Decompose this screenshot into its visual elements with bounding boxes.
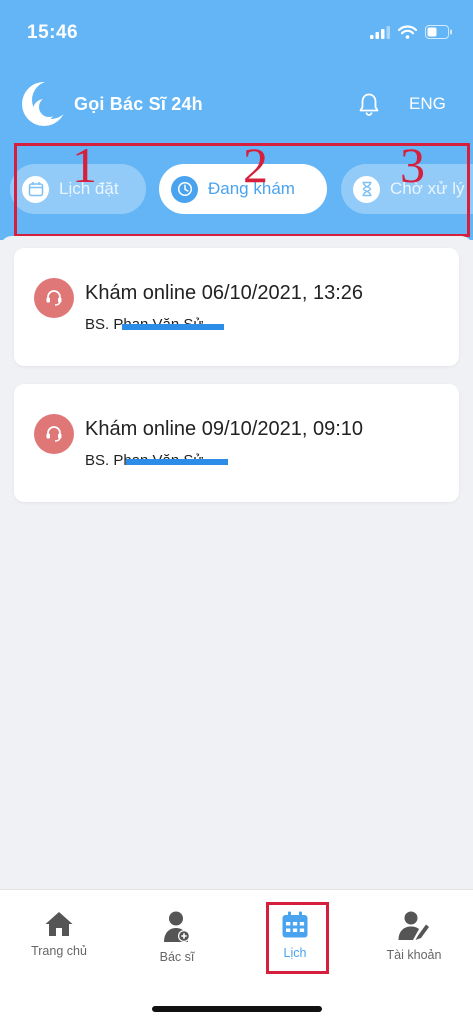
nav-doctors-label: Bác sĩ: [159, 950, 195, 964]
home-icon: [45, 912, 73, 936]
wifi-icon: [398, 25, 417, 39]
logo-icon: [22, 81, 68, 126]
nav-home-label: Trang chủ: [31, 944, 87, 958]
headset-icon: [34, 278, 74, 318]
nav-account-label: Tài khoản: [386, 948, 442, 962]
battery-icon: [425, 25, 452, 39]
doctor-icon: [164, 911, 190, 942]
language-toggle[interactable]: ENG: [409, 94, 446, 114]
annotation-number-3: 3: [400, 137, 425, 193]
bottom-navigation: Trang chủ Bác sĩ Lịch Tài khoản: [0, 889, 473, 1024]
nav-home[interactable]: Trang chủ: [4, 910, 114, 958]
annotation-box-schedule-nav: [266, 902, 329, 974]
redaction-mark: [122, 324, 224, 330]
headset-icon: [34, 414, 74, 454]
appointment-title: Khám online 06/10/2021, 13:26: [85, 282, 363, 304]
bell-icon[interactable]: [358, 92, 380, 116]
nav-doctors[interactable]: Bác sĩ: [122, 910, 232, 964]
status-bar: 15:46: [0, 0, 473, 60]
redaction-mark: [126, 459, 228, 465]
signal-icon: [370, 25, 390, 39]
status-time: 15:46: [27, 22, 79, 43]
home-indicator: [152, 1006, 322, 1012]
status-icons: [370, 25, 453, 39]
account-icon: [398, 911, 429, 940]
annotation-number-1: 1: [72, 137, 97, 193]
nav-account[interactable]: Tài khoản: [359, 910, 469, 962]
annotation-number-2: 2: [243, 137, 268, 193]
appointment-card[interactable]: Khám online 09/10/2021, 09:10 BS. Phan V…: [14, 384, 459, 502]
brand: Gọi Bác Sĩ 24h: [20, 80, 203, 128]
app-title: Gọi Bác Sĩ 24h: [74, 93, 203, 114]
appointment-title: Khám online 09/10/2021, 09:10: [85, 418, 363, 440]
appointment-card[interactable]: Khám online 06/10/2021, 13:26 BS. Phan V…: [14, 248, 459, 366]
